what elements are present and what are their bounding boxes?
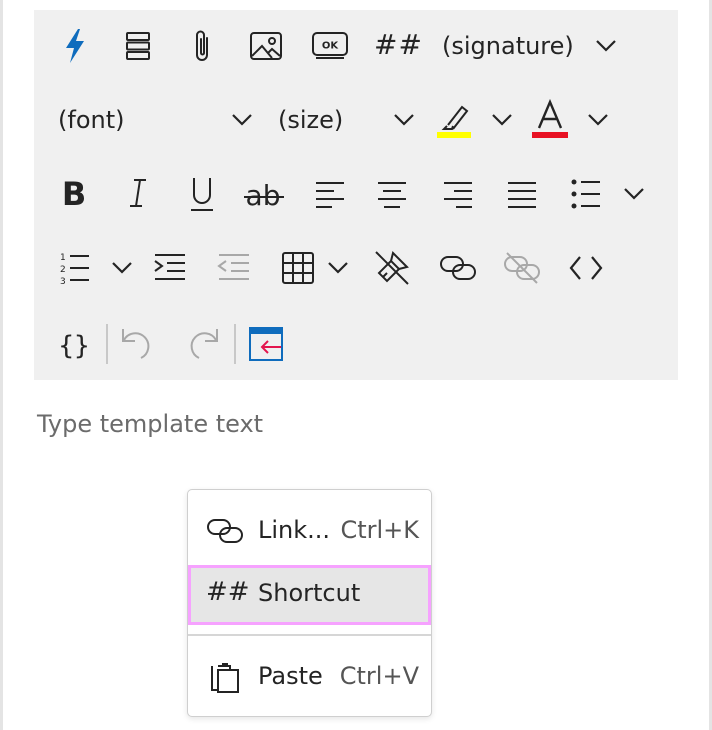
- numbered-list-icon[interactable]: 1 2 3: [58, 250, 92, 286]
- link-icon[interactable]: [438, 252, 478, 284]
- svg-text:2: 2: [60, 265, 66, 275]
- align-center-icon[interactable]: [374, 178, 410, 210]
- toolbar-separator: [234, 324, 236, 364]
- svg-text:3: 3: [60, 277, 66, 285]
- context-menu-item-paste[interactable]: Paste Ctrl+V: [188, 648, 431, 708]
- keyboard-shortcut: Ctrl+K: [340, 516, 419, 544]
- table-icon[interactable]: [280, 250, 316, 286]
- highlight-color-icon[interactable]: [434, 98, 474, 140]
- svg-text:{}: {}: [59, 331, 89, 361]
- underline-icon[interactable]: [186, 174, 218, 214]
- template-editor-panel: OK ## (signature) (font) (size) B ab 1 2…: [0, 0, 712, 730]
- ok-button-icon[interactable]: OK: [309, 29, 351, 63]
- formatting-toolbar: OK ## (signature) (font) (size) B ab 1 2…: [34, 10, 678, 380]
- context-menu: Link... Ctrl+K ## Shortcut Paste Ctrl+V: [187, 489, 432, 717]
- keyboard-shortcut: Ctrl+V: [339, 662, 419, 690]
- indent-icon[interactable]: [152, 252, 188, 284]
- hash-icon: ##: [206, 577, 250, 607]
- chevron-down-icon[interactable]: [488, 108, 516, 132]
- attach-icon[interactable]: [186, 26, 218, 66]
- shortcut-insert-button[interactable]: ##: [374, 28, 423, 61]
- link-icon: [206, 516, 244, 550]
- strikethrough-icon[interactable]: ab: [242, 174, 286, 214]
- svg-text:OK: OK: [322, 41, 340, 52]
- menu-divider: [188, 634, 431, 636]
- insert-template-icon[interactable]: [246, 324, 286, 364]
- italic-icon[interactable]: [122, 174, 154, 212]
- chevron-down-icon[interactable]: [108, 256, 136, 280]
- chevron-down-icon[interactable]: [228, 108, 256, 132]
- paste-icon: [208, 660, 242, 698]
- chevron-down-icon[interactable]: [390, 108, 418, 132]
- align-left-icon[interactable]: [312, 178, 348, 210]
- braces-icon[interactable]: {}: [58, 326, 90, 362]
- context-menu-item-label: Link...: [258, 516, 331, 544]
- undo-icon[interactable]: [118, 324, 158, 364]
- size-dropdown[interactable]: (size): [278, 106, 343, 134]
- chevron-down-icon[interactable]: [584, 108, 612, 132]
- justify-icon[interactable]: [504, 178, 540, 210]
- svg-text:B: B: [62, 176, 86, 210]
- font-dropdown[interactable]: (font): [58, 106, 124, 134]
- outdent-icon[interactable]: [216, 252, 252, 284]
- clear-format-icon[interactable]: [372, 248, 412, 288]
- bold-icon[interactable]: B: [58, 174, 90, 212]
- context-menu-item-link[interactable]: Link... Ctrl+K: [188, 502, 431, 562]
- font-color-icon[interactable]: [530, 98, 570, 140]
- layout-icon[interactable]: [122, 28, 154, 64]
- chevron-down-icon[interactable]: [324, 256, 352, 280]
- lightning-icon[interactable]: [59, 26, 91, 66]
- chevron-down-icon[interactable]: [592, 34, 620, 58]
- signature-dropdown[interactable]: (signature): [442, 32, 574, 60]
- chevron-down-icon[interactable]: [620, 182, 648, 206]
- svg-text:ab: ab: [246, 179, 281, 212]
- unlink-icon[interactable]: [502, 250, 542, 286]
- code-view-icon[interactable]: [568, 252, 604, 284]
- context-menu-item-label: Paste: [258, 662, 323, 690]
- toolbar-separator: [106, 324, 108, 364]
- svg-text:1: 1: [60, 253, 66, 263]
- bullet-list-icon[interactable]: [568, 176, 604, 212]
- context-menu-item-shortcut[interactable]: ## Shortcut: [188, 565, 431, 625]
- context-menu-item-label: Shortcut: [258, 579, 361, 607]
- image-icon[interactable]: [246, 28, 286, 64]
- template-text-placeholder[interactable]: Type template text: [37, 410, 263, 438]
- align-right-icon[interactable]: [440, 178, 476, 210]
- redo-icon[interactable]: [182, 324, 222, 364]
